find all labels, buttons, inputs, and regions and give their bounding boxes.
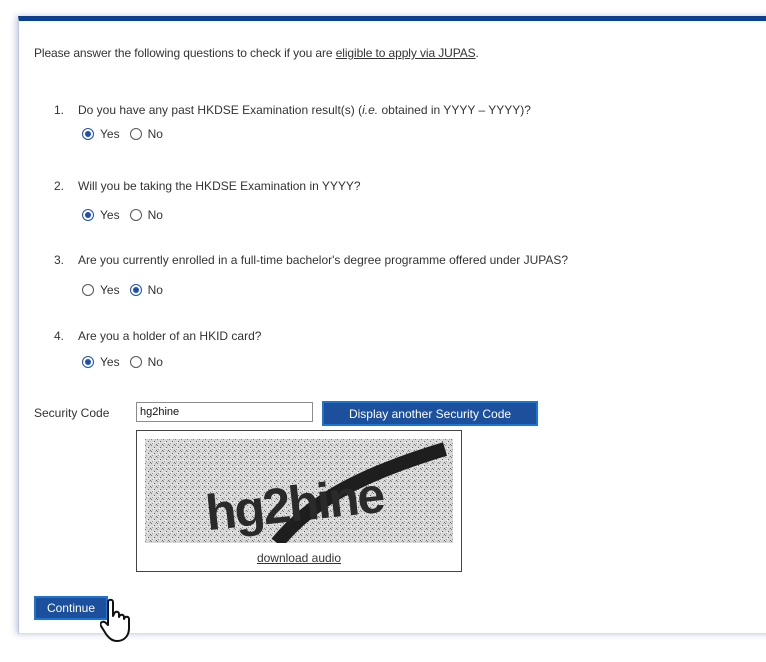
q4-no-radio[interactable] xyxy=(129,356,142,368)
question-4-options: Yes No xyxy=(82,355,173,369)
captcha-panel: hg2hine download audio xyxy=(136,430,462,572)
q1-no-label[interactable]: No xyxy=(148,127,163,141)
question-2: 2. Will you be taking the HKDSE Examinati… xyxy=(54,179,361,193)
q4-no-label[interactable]: No xyxy=(148,355,163,369)
q2-no-label[interactable]: No xyxy=(148,208,163,222)
q2-yes-radio[interactable] xyxy=(82,209,94,221)
q2-no-radio[interactable] xyxy=(129,209,142,221)
q1-no-radio[interactable] xyxy=(129,128,142,140)
q3-yes-label[interactable]: Yes xyxy=(100,283,120,297)
q1-yes-radio[interactable] xyxy=(82,128,94,140)
intro-lead: Please answer the following questions to… xyxy=(34,46,336,60)
continue-button[interactable]: Continue xyxy=(34,596,108,620)
intro-text: Please answer the following questions to… xyxy=(34,46,479,60)
hand-pointer-icon xyxy=(100,598,130,642)
question-text-post: obtained in YYYY – YYYY)? xyxy=(378,103,531,117)
question-text-italic: i.e. xyxy=(362,103,379,117)
question-4: 4. Are you a holder of an HKID card? xyxy=(54,329,261,343)
q2-yes-label[interactable]: Yes xyxy=(100,208,120,222)
question-text-pre: Do you have any past HKDSE Examination r… xyxy=(78,103,363,117)
display-another-code-button[interactable]: Display another Security Code xyxy=(322,401,538,426)
question-1: 1. Do you have any past HKDSE Examination… xyxy=(54,103,531,117)
q1-yes-label[interactable]: Yes xyxy=(100,127,120,141)
question-number: 1. xyxy=(54,103,65,117)
download-audio-link[interactable]: download audio xyxy=(137,551,461,565)
security-code-label: Security Code xyxy=(34,406,110,420)
question-3-options: Yes No xyxy=(82,283,173,297)
question-3: 3. Are you currently enrolled in a full-t… xyxy=(54,253,568,267)
question-text: Will you be taking the HKDSE Examination… xyxy=(78,179,361,193)
question-2-options: Yes No xyxy=(82,208,173,222)
q4-yes-label[interactable]: Yes xyxy=(100,355,120,369)
question-number: 4. xyxy=(54,329,65,343)
eligibility-link[interactable]: eligible to apply via JUPAS xyxy=(336,46,476,60)
q3-no-label[interactable]: No xyxy=(148,283,163,297)
question-text: Are you currently enrolled in a full-tim… xyxy=(78,253,569,267)
question-number: 3. xyxy=(54,253,65,267)
intro-end: . xyxy=(475,46,479,60)
security-code-input[interactable] xyxy=(136,402,313,422)
question-1-options: Yes No xyxy=(82,127,173,141)
question-text: Are you a holder of an HKID card? xyxy=(78,329,262,343)
q3-yes-radio[interactable] xyxy=(82,284,94,296)
q4-yes-radio[interactable] xyxy=(82,356,94,368)
question-number: 2. xyxy=(54,179,65,193)
captcha-image: hg2hine xyxy=(145,439,453,543)
q3-no-radio[interactable] xyxy=(129,284,142,296)
